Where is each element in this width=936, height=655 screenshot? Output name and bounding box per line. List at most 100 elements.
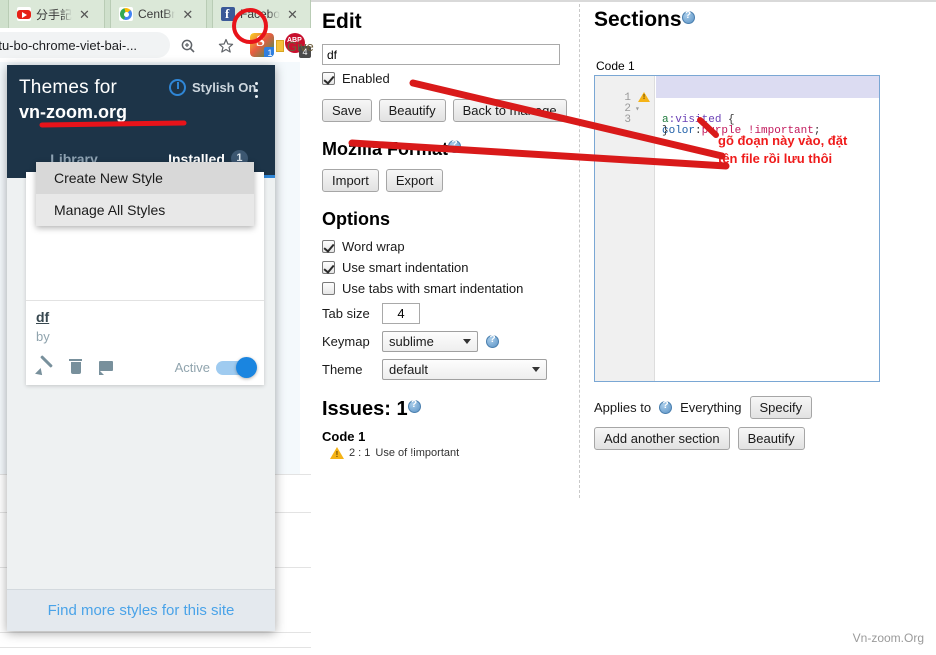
annotation-line-1: gõ đoạn này vào, đặt <box>718 133 848 148</box>
option-smart-indentation[interactable]: Use smart indentation <box>322 260 580 275</box>
chevron-down-icon <box>532 367 540 372</box>
theme-row: Theme default <box>322 359 580 380</box>
specify-button[interactable]: Specify <box>749 396 813 419</box>
pencil-icon[interactable] <box>36 357 66 379</box>
warning-icon <box>330 447 344 459</box>
code-line[interactable]: 3 } <box>595 104 879 137</box>
stylish-badge-count: 1 <box>264 47 274 57</box>
centbrowser-icon <box>119 7 133 21</box>
option-word-wrap[interactable]: Word wrap <box>322 239 580 254</box>
smart-indentation-checkbox[interactable] <box>322 261 335 274</box>
tab-size-row: Tab size 4 <box>322 303 580 324</box>
issue-row[interactable]: 2 : 1 Use of !important <box>322 447 580 459</box>
issue-message: Use of !important <box>375 447 460 459</box>
browser-tab[interactable]: CentBr ✕ <box>110 0 207 28</box>
address-bar-url: -tu-bo-chrome-viet-bai-... <box>0 37 138 53</box>
style-card-actions: Active <box>26 350 264 385</box>
tab-title: Facebo <box>240 7 281 21</box>
add-another-section-button[interactable]: Add another section <box>594 427 730 450</box>
close-icon[interactable]: ✕ <box>287 8 298 21</box>
stylish-extension-icon[interactable]: 1 <box>250 33 274 57</box>
bookmark-give[interactable]: Give <box>276 30 316 62</box>
theme-label: Theme <box>322 362 363 377</box>
enabled-checkbox-row[interactable]: Enabled <box>322 71 580 86</box>
kebab-dropdown-menu: Create New Style Manage All Styles <box>36 162 254 226</box>
tab-title: CentBr <box>138 7 176 21</box>
beautify-button[interactable]: Beautify <box>378 99 446 122</box>
mozilla-format-buttons: Import Export <box>322 169 580 192</box>
star-icon[interactable] <box>216 36 236 56</box>
facebook-icon <box>221 6 235 22</box>
tab-strip: 分手記 ✕ CentBr ✕ Facebo ✕ <box>0 0 311 28</box>
menu-item-create-new-style[interactable]: Create New Style <box>36 162 254 194</box>
editor-left-pane: Edit Enabled Save Beautify Back to manag… <box>322 10 580 459</box>
browser-tab[interactable]: Facebo ✕ <box>212 0 311 28</box>
code-line[interactable]: 2 color:purple !important; <box>595 92 879 137</box>
chevron-down-icon <box>463 339 471 344</box>
close-icon[interactable]: ✕ <box>182 8 193 21</box>
keymap-select[interactable]: sublime <box>382 331 478 352</box>
theme-select[interactable]: default <box>382 359 547 380</box>
option-tabs-with-smart-indentation[interactable]: Use tabs with smart indentation <box>322 281 580 296</box>
issues-heading: Issues: 1 <box>322 398 580 421</box>
menu-item-manage-all-styles[interactable]: Manage All Styles <box>36 194 254 226</box>
style-active-label: Active <box>174 360 210 375</box>
applies-to-label: Applies to <box>594 400 652 415</box>
comment-icon[interactable] <box>96 357 126 379</box>
annotation-line-2: tên file rồi lưu thôi <box>718 151 833 166</box>
help-icon[interactable] <box>448 139 462 153</box>
stylish-power-label: Stylish On <box>192 80 257 95</box>
edit-heading: Edit <box>322 10 362 33</box>
keymap-value: sublime <box>389 334 434 349</box>
word-wrap-checkbox[interactable] <box>322 240 335 253</box>
sections-heading: Sections <box>594 8 924 32</box>
warning-icon[interactable] <box>638 92 650 102</box>
code-text: } <box>662 125 669 137</box>
tab-size-input[interactable]: 4 <box>382 303 420 324</box>
watermark: Vn-zoom.Org <box>852 631 924 645</box>
help-icon[interactable] <box>659 400 673 414</box>
find-more-styles-link[interactable]: Find more styles for this site <box>48 602 235 619</box>
applies-to-row: Applies to Everything Specify <box>594 396 924 419</box>
popup-footer: Find more styles for this site <box>7 589 275 631</box>
menu-item-label: Manage All Styles <box>54 202 166 218</box>
sections-label: Sections <box>594 8 682 31</box>
help-icon[interactable] <box>681 10 695 24</box>
popup-title: Themes for <box>19 77 118 98</box>
keymap-label: Keymap <box>322 334 370 349</box>
export-button[interactable]: Export <box>385 169 444 192</box>
menu-item-label: Create New Style <box>54 170 163 186</box>
save-button[interactable]: Save <box>322 99 372 122</box>
edit-action-buttons: Save Beautify Back to manage <box>322 99 580 122</box>
editor-right-pane: Sections Code 1 1 ▾ a:visited { 2 color:… <box>594 8 924 450</box>
kebab-menu-icon[interactable] <box>248 80 264 100</box>
browser-toolbar: -tu-bo-chrome-viet-bai-... 1 4 <box>0 28 311 62</box>
close-icon[interactable]: ✕ <box>79 8 90 21</box>
section-beautify-button[interactable]: Beautify <box>737 427 805 450</box>
options-heading: Options <box>322 209 390 229</box>
mozilla-format-heading: Mozilla Format <box>322 139 580 160</box>
issue-group-label: Code 1 <box>322 429 366 444</box>
applies-to-value: Everything <box>680 400 742 415</box>
enabled-checkbox[interactable] <box>322 72 335 85</box>
tabs-smart-indentation-checkbox[interactable] <box>322 282 335 295</box>
kebab-dot <box>254 88 258 92</box>
page-divider <box>0 632 311 633</box>
zoom-in-icon[interactable] <box>178 36 198 56</box>
browser-tab[interactable]: 分手記 ✕ <box>8 0 105 28</box>
style-name-input[interactable] <box>322 44 560 65</box>
style-name-link[interactable]: df <box>36 309 49 325</box>
youtube-icon <box>17 7 31 21</box>
page-top-border <box>311 0 936 2</box>
address-bar[interactable]: -tu-bo-chrome-viet-bai-... <box>0 32 170 58</box>
import-button[interactable]: Import <box>322 169 379 192</box>
help-icon[interactable] <box>486 334 499 348</box>
help-icon[interactable] <box>407 399 421 413</box>
line-number: 3 <box>624 114 631 126</box>
trash-icon[interactable] <box>66 357 96 379</box>
stylish-editor-page: Edit Enabled Save Beautify Back to manag… <box>311 0 936 655</box>
style-active-toggle[interactable] <box>216 356 257 378</box>
back-to-manage-button[interactable]: Back to manage <box>452 99 567 122</box>
code-editor[interactable]: 1 ▾ a:visited { 2 color:purple !importan… <box>594 75 880 382</box>
stylish-power-toggle[interactable]: Stylish On <box>169 79 256 96</box>
